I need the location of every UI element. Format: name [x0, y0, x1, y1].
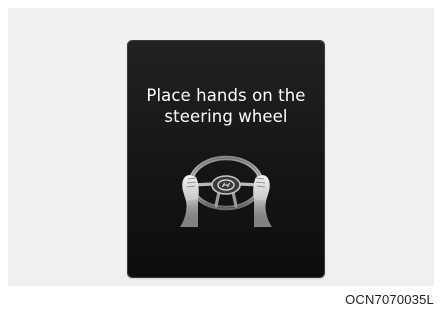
warning-message-line-1: Place hands on the: [146, 86, 306, 105]
hands-on-steering-wheel-icon: [180, 155, 272, 227]
warning-message-line-2: steering wheel: [164, 107, 288, 126]
figure-code: OCN7070035L: [345, 292, 434, 307]
warning-message: Place hands on the steering wheel: [128, 85, 324, 127]
instrument-cluster-display: Place hands on the steering wheel: [128, 41, 324, 277]
